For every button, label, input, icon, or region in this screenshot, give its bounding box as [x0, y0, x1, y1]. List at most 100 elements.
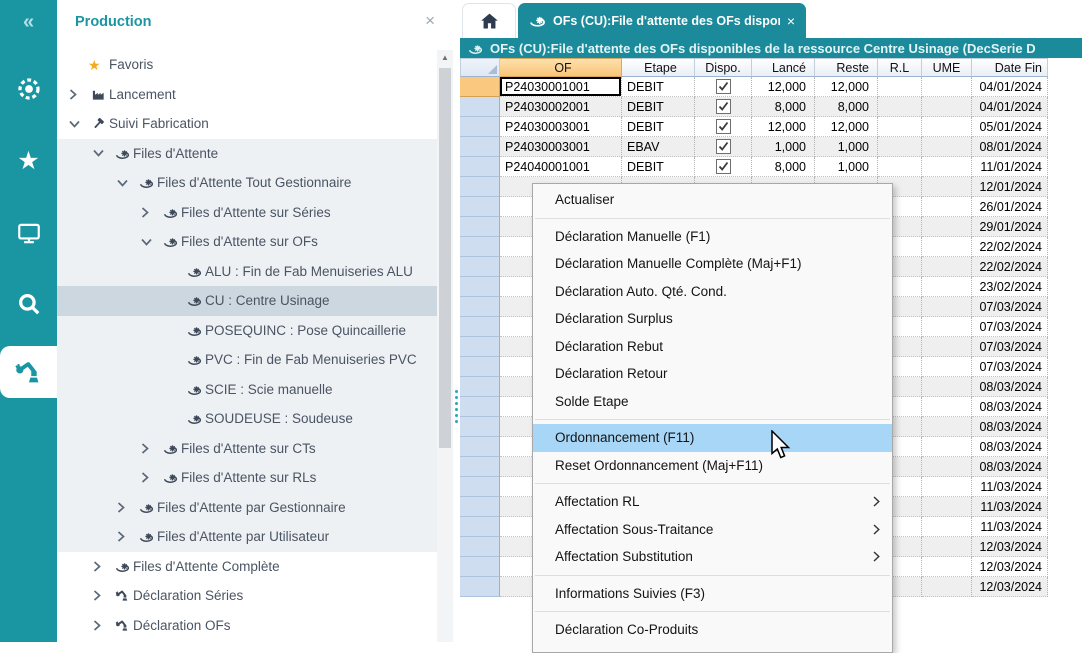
tree-item[interactable]: ★Favoris — [57, 50, 437, 80]
row-header-cell[interactable] — [460, 357, 500, 377]
cell-etape[interactable]: DEBIT — [622, 117, 695, 137]
cell-lance[interactable]: 12,000 — [752, 77, 815, 97]
cell-datefin[interactable]: 08/03/2024 — [972, 457, 1048, 477]
row-header-cell[interactable] — [460, 77, 500, 97]
cell-of[interactable]: P24030001001 — [500, 77, 622, 97]
cell-lance[interactable]: 12,000 — [752, 117, 815, 137]
cell-dispo[interactable] — [695, 97, 752, 117]
cell-rl[interactable] — [878, 137, 922, 157]
row-header-cell[interactable] — [460, 197, 500, 217]
column-header-datefin[interactable]: Date Fin — [972, 58, 1048, 77]
tab-home[interactable] — [462, 3, 516, 39]
cell-ume[interactable] — [922, 497, 972, 517]
menu-item[interactable]: Actualiser — [533, 186, 892, 214]
column-header-ume[interactable]: UME — [922, 58, 972, 77]
cell-datefin[interactable]: 07/03/2024 — [972, 357, 1048, 377]
row-header-cell[interactable] — [460, 97, 500, 117]
row-header-cell[interactable] — [460, 337, 500, 357]
cell-lance[interactable]: 8,000 — [752, 157, 815, 177]
tree-item[interactable]: Déclaration Séries — [57, 581, 437, 611]
cell-etape[interactable]: EBAV — [622, 137, 695, 157]
panel-splitter[interactable] — [453, 0, 460, 642]
cell-ume[interactable] — [922, 217, 972, 237]
column-header-of[interactable]: OF — [500, 58, 622, 77]
cell-datefin[interactable]: 07/03/2024 — [972, 337, 1048, 357]
row-header-cell[interactable] — [460, 477, 500, 497]
cell-rl[interactable] — [878, 157, 922, 177]
row-header-cell[interactable] — [460, 537, 500, 557]
row-header-cell[interactable] — [460, 277, 500, 297]
cell-datefin[interactable]: 12/01/2024 — [972, 177, 1048, 197]
collapse-sidebar-button[interactable]: « — [0, 2, 57, 42]
cell-ume[interactable] — [922, 577, 972, 597]
column-header-lance[interactable]: Lancé — [752, 58, 815, 77]
row-header-cell[interactable] — [460, 117, 500, 137]
cell-datefin[interactable]: 04/01/2024 — [972, 97, 1048, 117]
row-header-cell[interactable] — [460, 177, 500, 197]
cell-of[interactable]: P24030003001 — [500, 137, 622, 157]
cell-ume[interactable] — [922, 117, 972, 137]
cell-lance[interactable]: 1,000 — [752, 137, 815, 157]
cell-ume[interactable] — [922, 197, 972, 217]
cell-datefin[interactable]: 11/03/2024 — [972, 497, 1048, 517]
row-header-cell[interactable] — [460, 517, 500, 537]
cell-rl[interactable] — [878, 77, 922, 97]
cell-dispo[interactable] — [695, 117, 752, 137]
cell-rl[interactable] — [878, 97, 922, 117]
cell-ume[interactable] — [922, 357, 972, 377]
tree-item[interactable]: PVC : Fin de Fab Menuiseries PVC — [57, 345, 437, 375]
menu-item[interactable]: Déclaration Manuelle (F1) — [533, 223, 892, 251]
cell-ume[interactable] — [922, 457, 972, 477]
row-header-cell[interactable] — [460, 417, 500, 437]
tree-item[interactable]: Files d'Attente Complète — [57, 552, 437, 582]
row-header-cell[interactable] — [460, 297, 500, 317]
menu-item[interactable]: Affectation RL — [533, 488, 892, 516]
cell-datefin[interactable]: 11/01/2024 — [972, 157, 1048, 177]
monitor-icon[interactable] — [0, 213, 57, 253]
tree-item[interactable]: Files d'Attente par Gestionnaire — [57, 493, 437, 523]
cell-ume[interactable] — [922, 277, 972, 297]
cell-datefin[interactable]: 29/01/2024 — [972, 217, 1048, 237]
select-all-corner[interactable] — [460, 58, 500, 77]
cell-datefin[interactable]: 05/01/2024 — [972, 117, 1048, 137]
panel-close-button[interactable]: × — [425, 12, 435, 29]
tree-item[interactable]: Files d'Attente — [57, 139, 437, 169]
menu-item[interactable]: Déclaration Surplus — [533, 305, 892, 333]
cell-datefin[interactable]: 11/03/2024 — [972, 517, 1048, 537]
row-header-cell[interactable] — [460, 497, 500, 517]
row-header-cell[interactable] — [460, 457, 500, 477]
row-header-cell[interactable] — [460, 217, 500, 237]
row-header-cell[interactable] — [460, 157, 500, 177]
row-header-cell[interactable] — [460, 577, 500, 597]
cell-ume[interactable] — [922, 257, 972, 277]
menu-item[interactable]: Ordonnancement (F11) — [533, 424, 892, 452]
menu-item[interactable]: Déclaration Auto. Qté. Cond. — [533, 278, 892, 306]
cell-datefin[interactable]: 26/01/2024 — [972, 197, 1048, 217]
scrollbar-thumb[interactable] — [439, 68, 451, 448]
cell-datefin[interactable]: 12/03/2024 — [972, 537, 1048, 557]
row-header-cell[interactable] — [460, 397, 500, 417]
tree-item[interactable]: Suivi Fabrication — [57, 109, 437, 139]
cell-ume[interactable] — [922, 177, 972, 197]
cell-ume[interactable] — [922, 537, 972, 557]
menu-item[interactable]: Reset Ordonnancement (Maj+F11) — [533, 452, 892, 480]
favorites-star-icon[interactable]: ★ — [0, 141, 57, 181]
cell-datefin[interactable]: 12/03/2024 — [972, 557, 1048, 577]
menu-item[interactable]: Déclaration Rebut — [533, 333, 892, 361]
cell-lance[interactable]: 8,000 — [752, 97, 815, 117]
cell-datefin[interactable]: 08/03/2024 — [972, 397, 1048, 417]
cell-ume[interactable] — [922, 477, 972, 497]
cell-datefin[interactable]: 08/03/2024 — [972, 437, 1048, 457]
scroll-up-arrow-icon[interactable]: ▲ — [437, 50, 453, 66]
cell-datefin[interactable]: 22/02/2024 — [972, 237, 1048, 257]
cell-ume[interactable] — [922, 397, 972, 417]
row-header-cell[interactable] — [460, 137, 500, 157]
row-header-cell[interactable] — [460, 377, 500, 397]
dispo-checkbox[interactable] — [716, 159, 731, 174]
cell-datefin[interactable]: 23/02/2024 — [972, 277, 1048, 297]
table-row[interactable]: P24030003001EBAV1,0001,00008/01/2024 — [460, 137, 1048, 157]
menu-item[interactable]: Affectation Sous-Traitance — [533, 516, 892, 544]
cell-datefin[interactable]: 08/03/2024 — [972, 417, 1048, 437]
tree-item[interactable]: Files d'Attente sur RLs — [57, 463, 437, 493]
cell-ume[interactable] — [922, 237, 972, 257]
